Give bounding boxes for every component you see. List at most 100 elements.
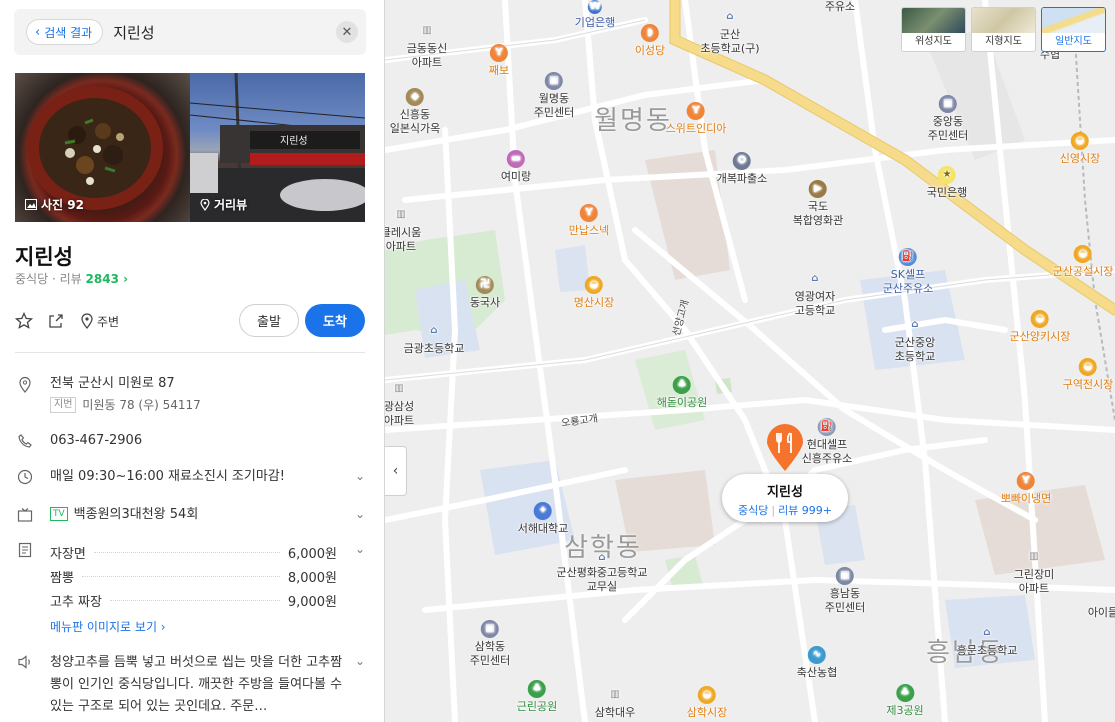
chevron-down-icon[interactable]: ⌄ bbox=[355, 507, 365, 521]
poi-bank[interactable]: ₩ 기업은행 bbox=[575, 0, 615, 30]
poi-park[interactable]: ♣ 근린공원 bbox=[517, 680, 557, 714]
photo-strip: 사진 92 지린성 거리뷰 bbox=[15, 73, 365, 222]
poi-label: 주유소 bbox=[824, 0, 856, 13]
poi-label: 클레시움 아파트 bbox=[385, 226, 422, 253]
search-bar: ‹ 검색 결과 지린성 ✕ bbox=[14, 9, 366, 55]
poi-label: 삼학동 주민센터 bbox=[469, 640, 511, 667]
favorite-button[interactable] bbox=[15, 312, 33, 330]
poi-community-center[interactable]: ▣ 월명동 주민센터 bbox=[534, 72, 574, 120]
collapse-panel-button[interactable]: ‹ bbox=[385, 446, 407, 496]
map-type-label: 위성지도 bbox=[915, 36, 952, 47]
poi-restaurant[interactable]: Y 스위트인디아 bbox=[665, 102, 727, 136]
close-icon[interactable]: ✕ bbox=[336, 21, 358, 43]
poi-community-center[interactable]: ▣ 중앙동 주민센터 bbox=[928, 95, 968, 143]
poi-gas-station[interactable]: 주유소 bbox=[825, 0, 855, 14]
food-photo[interactable]: 사진 92 bbox=[15, 73, 190, 222]
place-callout[interactable]: 지린성 중식당 | 리뷰 999+ bbox=[722, 474, 848, 522]
menu-item-name: 자장면 bbox=[50, 546, 86, 562]
poi-label: 이성당 bbox=[634, 44, 666, 57]
poi-restaurant[interactable]: Y 째보 bbox=[489, 44, 509, 78]
poi-park[interactable]: ♣ 제3공원 bbox=[886, 684, 924, 718]
map-canvas[interactable]: 월명동 삼학동 흥남동 오룡고개 선양고개 ₩ 기업은행 ⌂ 군산 초등학교(구) … bbox=[385, 0, 1115, 722]
phone-number[interactable]: 063-467-2906 bbox=[50, 431, 142, 451]
share-button[interactable] bbox=[47, 312, 65, 330]
menu-image-link[interactable]: 메뉴판 이미지로 보기 › bbox=[50, 618, 337, 635]
chevron-left-icon: ‹ bbox=[35, 24, 41, 40]
poi-label: 기업은행 bbox=[574, 16, 616, 29]
poi-label: 서해대학교 bbox=[517, 522, 569, 535]
apartment-icon: ▥ bbox=[396, 209, 406, 220]
menu-item-price: 6,000원 bbox=[287, 546, 337, 562]
poi-label: 스위트인디아 bbox=[665, 122, 727, 135]
street-view-photo[interactable]: 지린성 거리뷰 bbox=[190, 73, 365, 222]
share-icon bbox=[49, 314, 63, 328]
apartment-icon: ▥ bbox=[394, 383, 404, 394]
map-roads bbox=[385, 0, 1115, 722]
poi-landmark[interactable]: ◆ 신흥동 일본식가옥 bbox=[390, 88, 440, 136]
poi-apartment[interactable]: ▥ 클레시움 아파트 bbox=[385, 206, 421, 254]
poi-university[interactable]: ✦ 서해대학교 bbox=[517, 502, 569, 536]
back-to-results-button[interactable]: ‹ 검색 결과 bbox=[26, 19, 104, 45]
poi-school[interactable]: ⌂ 군산 초등학교(구) bbox=[700, 8, 759, 56]
poi-police[interactable]: ✪ 개복파출소 bbox=[717, 152, 767, 186]
poi-market[interactable]: ◒ 구역전시장 bbox=[1063, 358, 1113, 392]
lot-tag: 지번 bbox=[50, 396, 77, 413]
poi-restaurant[interactable]: Y 만납스넥 bbox=[569, 204, 609, 238]
poi-apartment[interactable]: ▥ 광삼성 아파트 bbox=[385, 380, 414, 428]
terrain-map-button[interactable]: 지형지도 bbox=[971, 7, 1036, 52]
poi-apartment[interactable]: ▥ 그린장미 아파트 bbox=[1014, 548, 1054, 596]
review-count-link[interactable]: 2843 › bbox=[86, 272, 129, 286]
phone-icon bbox=[15, 431, 35, 451]
poi-bank[interactable]: ★ 국민은행 bbox=[927, 166, 967, 200]
chevron-down-icon[interactable]: ⌄ bbox=[355, 469, 365, 483]
arrive-button[interactable]: 도착 bbox=[305, 304, 365, 337]
poi-label: 금동동신 아파트 bbox=[406, 42, 448, 69]
poi-community-center[interactable]: ▣ 흥남동 주민센터 bbox=[825, 567, 865, 615]
restaurant-pin-icon[interactable] bbox=[765, 424, 805, 472]
poi-gas-station[interactable]: ⛽ SK셀프 군산주유소 bbox=[883, 248, 933, 296]
poi-bank[interactable]: ∿ 축산농협 bbox=[797, 646, 837, 680]
location-pin-icon bbox=[200, 198, 210, 211]
callout-review[interactable]: 리뷰 999+ bbox=[778, 504, 832, 517]
market-icon: ◒ bbox=[1030, 310, 1049, 328]
poi-apartment[interactable]: ▥ 삼학대우 bbox=[595, 686, 635, 720]
action-row: 주변 출발 도착 bbox=[15, 304, 365, 338]
poi-school[interactable]: ⌂ 금광초등학교 bbox=[404, 322, 465, 356]
chevron-down-icon[interactable]: ⌄ bbox=[355, 542, 365, 556]
depart-button[interactable]: 출발 bbox=[239, 304, 299, 337]
poi-restaurant[interactable]: ◗ 이성당 bbox=[635, 24, 665, 58]
poi-market[interactable]: ◒ 군산양키시장 bbox=[1010, 310, 1070, 344]
standard-map-button[interactable]: 일반지도 bbox=[1041, 7, 1106, 52]
tv-row: TV 백종원의3대천왕 54회 ⌄ bbox=[15, 505, 365, 525]
satellite-map-button[interactable]: 위성지도 bbox=[901, 7, 966, 52]
poi-school[interactable]: ⌂ 군산중앙 초등학교 bbox=[895, 316, 935, 364]
chevron-down-icon[interactable]: ⌄ bbox=[355, 654, 365, 668]
nearby-button[interactable]: 주변 bbox=[79, 312, 119, 330]
poi-park[interactable]: ♣ 해돋이공원 bbox=[657, 376, 707, 410]
poi-gas-station[interactable]: ⛽ 현대셀프 신흥주유소 bbox=[802, 418, 852, 466]
poi-market[interactable]: ◒ 삼학시장 bbox=[687, 686, 727, 720]
poi-school[interactable]: ⌂ 영광여자 고등학교 bbox=[795, 270, 835, 318]
search-input[interactable]: 지린성 bbox=[113, 22, 336, 43]
tv-show: 백종원의3대천왕 54회 bbox=[73, 507, 199, 522]
poi-apartment[interactable]: ▥ 금동동신 아파트 bbox=[407, 22, 447, 70]
poi-temple[interactable]: 卍 동국사 bbox=[470, 276, 500, 310]
poi-market[interactable]: ◒ 명산시장 bbox=[574, 276, 614, 310]
photo-count-label: 사진 92 bbox=[25, 196, 84, 213]
poi-market[interactable]: ◒ 군산공설시장 bbox=[1053, 245, 1113, 279]
gas-icon: ⛽ bbox=[817, 418, 836, 436]
poi-restaurant[interactable]: Y 뽀빠이냉면 bbox=[1001, 472, 1051, 506]
poi-cinema[interactable]: ▶ 국도 복합영화관 bbox=[793, 180, 843, 228]
poi-community-center[interactable]: ▣ 삼학동 주민센터 bbox=[470, 620, 510, 668]
menu-item-name: 고추 짜장 bbox=[50, 594, 102, 610]
chevron-left-icon: ‹ bbox=[392, 463, 399, 479]
poi-lodging[interactable]: ▬ 여미랑 bbox=[501, 150, 531, 184]
poi-market[interactable]: ◒ 신영시장 bbox=[1060, 132, 1100, 166]
poi-school[interactable]: 아이들 bbox=[1088, 606, 1115, 620]
poi-school[interactable]: ⌂ 군산평화중고등학교 교무실 bbox=[556, 552, 647, 594]
apartment-icon: ▥ bbox=[1029, 551, 1039, 562]
place-panel: ‹ 검색 결과 지린성 ✕ 사진 92 지린성 거리뷰 지린성 중식당 · 리뷰… bbox=[0, 0, 385, 722]
poi-school[interactable]: ⌂ 흥문초등학교 bbox=[957, 624, 1018, 658]
menu-item: 고추 짜장 9,000원 bbox=[50, 588, 337, 612]
map-type-switcher: 위성지도 지형지도 일반지도 bbox=[901, 7, 1106, 52]
